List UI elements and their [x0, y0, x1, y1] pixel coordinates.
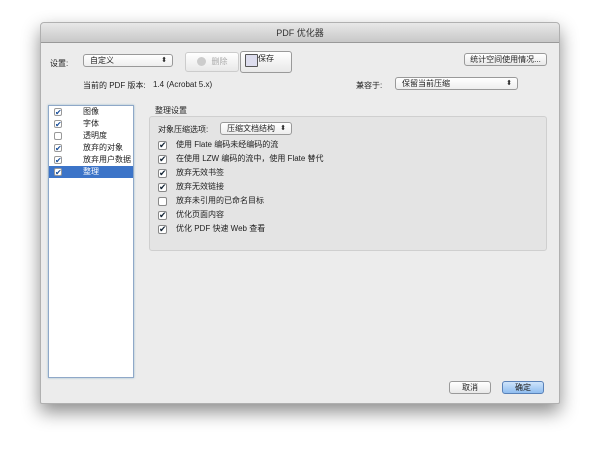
compat-label: 兼容于: [356, 81, 383, 90]
checkbox[interactable]: ✔ [54, 168, 62, 177]
settings-value: 自定义 [90, 56, 114, 65]
cleanup-settings-group: 对象压缩选项: 压缩文档结构 ⬍ ✔ 使用 Flate 编码未经编码的流 ✔ 在使用 L… [149, 116, 547, 251]
checkbox[interactable]: ✔ [158, 183, 167, 192]
delete-label: 删除 [211, 57, 228, 66]
checkbox[interactable] [54, 132, 62, 140]
select-arrows-icon: ⬍ [280, 125, 286, 132]
option-checkbox[interactable]: ✔ 放弃无效书签 [158, 167, 546, 181]
sidebar-item-label: 放弃用户数据 [83, 155, 131, 164]
sidebar-item-label: 字体 [83, 119, 99, 128]
cancel-button[interactable]: 取消 [449, 381, 491, 394]
option-label: 放弃未引用的已命名目标 [176, 196, 264, 205]
settings-label: 设置: [50, 59, 69, 68]
sidebar-item[interactable]: 透明度 [49, 130, 133, 142]
checkbox[interactable]: ✔ [54, 144, 62, 153]
save-label: 保存 [258, 54, 274, 63]
option-label: 使用 Flate 编码未经编码的流 [176, 140, 279, 149]
option-label: 放弃无效链接 [176, 182, 224, 191]
option-checkbox[interactable]: 放弃未引用的已命名目标 [158, 195, 546, 209]
sidebar-item[interactable]: ✔ 图像 [49, 106, 133, 118]
pdf-optimizer-dialog: PDF 优化器 设置: 自定义 ⬍ 删除 保存 统计空间使用情况... 当前的 P… [40, 22, 560, 404]
option-checkbox[interactable]: ✔ 优化页面内容 [158, 209, 546, 223]
checkbox[interactable]: ✔ [158, 155, 167, 164]
version-label: 当前的 PDF 版本: [83, 81, 146, 90]
sidebar-item[interactable]: ✔ 放弃用户数据 [49, 154, 133, 166]
compress-select[interactable]: 压缩文档结构 ⬍ [220, 122, 292, 135]
save-button[interactable]: 保存 [240, 51, 292, 73]
option-label: 优化 PDF 快速 Web 查看 [176, 224, 266, 233]
option-label: 优化页面内容 [176, 210, 224, 219]
settings-select[interactable]: 自定义 ⬍ [83, 54, 173, 67]
checkbox[interactable] [158, 197, 167, 206]
option-label: 在使用 LZW 编码的流中，使用 Flate 替代 [176, 154, 324, 163]
delete-button[interactable]: 删除 [185, 52, 239, 72]
sidebar-item-label: 放弃的对象 [83, 143, 123, 152]
delete-icon [196, 57, 206, 67]
sidebar-item[interactable]: ✔ 字体 [49, 118, 133, 130]
select-arrows-icon: ⬍ [161, 57, 167, 64]
floppy-disk-icon [245, 54, 258, 67]
window-title: PDF 优化器 [41, 23, 559, 43]
checkbox[interactable]: ✔ [158, 225, 167, 234]
audit-space-button[interactable]: 统计空间使用情况... [464, 53, 547, 66]
compress-label: 对象压缩选项: [158, 125, 209, 134]
compat-value: 保留当前压缩 [402, 79, 450, 88]
sidebar-item[interactable]: ✔ 放弃的对象 [49, 142, 133, 154]
option-checkbox[interactable]: ✔ 使用 Flate 编码未经编码的流 [158, 139, 546, 153]
compat-select[interactable]: 保留当前压缩 ⬍ [395, 77, 518, 90]
option-checkbox[interactable]: ✔ 优化 PDF 快速 Web 查看 [158, 223, 546, 237]
version-value: 1.4 (Acrobat 5.x) [153, 80, 213, 89]
ok-button[interactable]: 确定 [502, 381, 544, 394]
sidebar-item-label: 整理 [83, 167, 99, 176]
checkbox[interactable]: ✔ [54, 120, 62, 129]
sidebar-item-label: 透明度 [83, 131, 107, 140]
checkbox[interactable]: ✔ [158, 141, 167, 150]
select-arrows-icon: ⬍ [506, 80, 512, 87]
checkbox[interactable]: ✔ [54, 156, 62, 165]
category-list: ✔ 图像 ✔ 字体透明度 ✔ 放弃的对象 ✔ 放弃用户数据 ✔ 整理 [48, 105, 134, 378]
sidebar-item-label: 图像 [83, 107, 99, 116]
checkbox[interactable]: ✔ [158, 211, 167, 220]
option-checkbox[interactable]: ✔ 放弃无效链接 [158, 181, 546, 195]
option-checkbox[interactable]: ✔ 在使用 LZW 编码的流中，使用 Flate 替代 [158, 153, 546, 167]
option-label: 放弃无效书签 [176, 168, 224, 177]
panel-title: 整理设置 [155, 106, 187, 115]
compress-value: 压缩文档结构 [227, 124, 275, 133]
checkbox[interactable]: ✔ [54, 108, 62, 117]
checkbox[interactable]: ✔ [158, 169, 167, 178]
sidebar-item[interactable]: ✔ 整理 [49, 166, 133, 178]
